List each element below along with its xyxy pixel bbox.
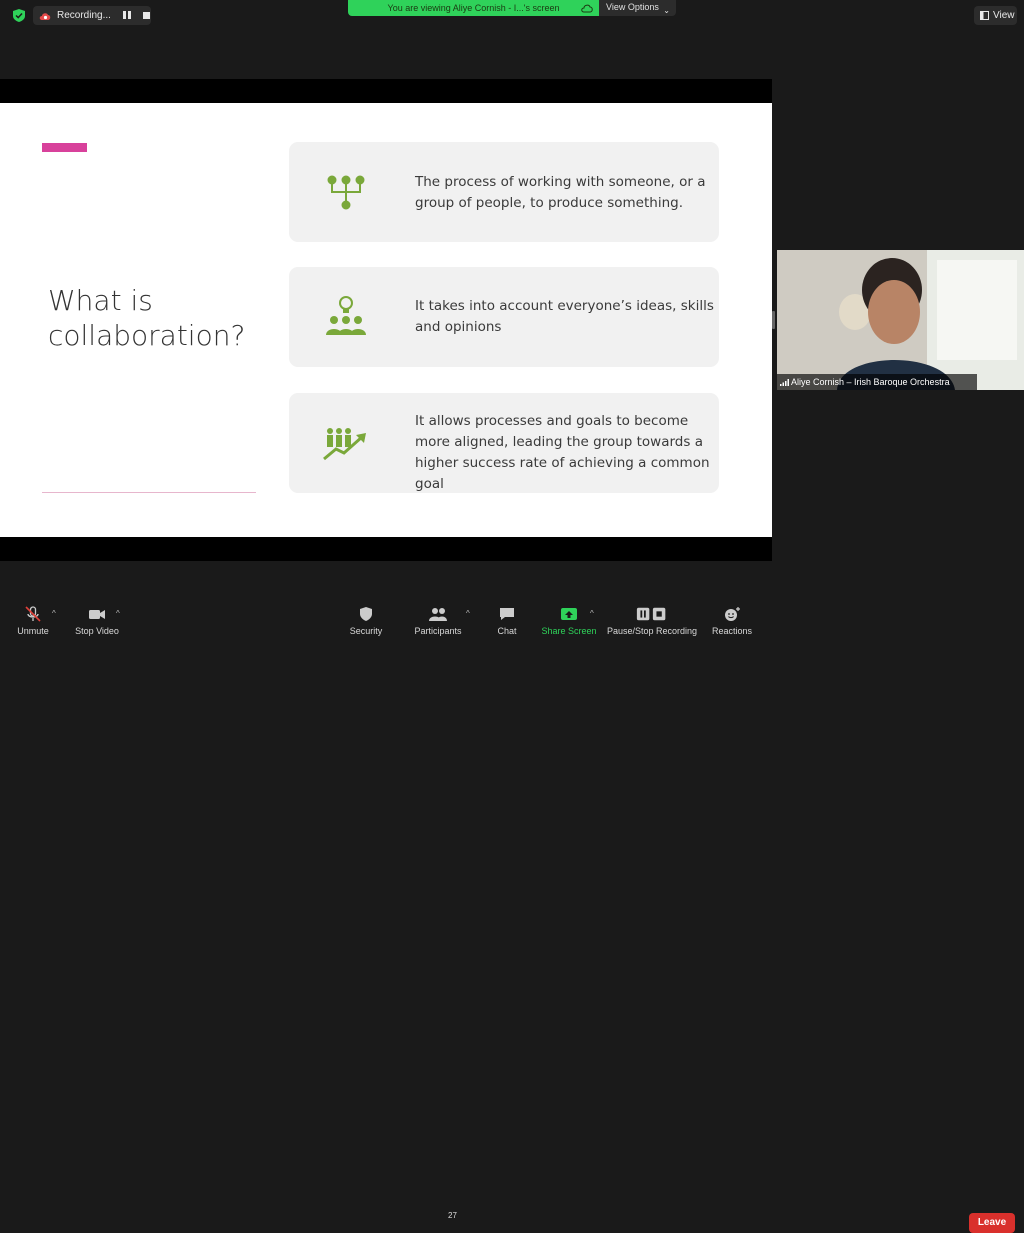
panel-resize-handle[interactable] xyxy=(772,311,775,329)
slide-card-text: The process of working with someone, or … xyxy=(415,174,706,211)
stop-video-button[interactable]: Stop Video xyxy=(72,602,122,640)
slide-card-text: It allows processes and goals to become … xyxy=(415,413,710,492)
pause-stop-recording-button[interactable]: Pause/Stop Recording xyxy=(606,602,698,640)
participant-video xyxy=(777,250,1024,390)
recording-label: Recording... xyxy=(57,10,111,21)
team-growth-icon xyxy=(323,428,366,461)
hierarchy-icon xyxy=(327,175,365,210)
pause-stop-icon xyxy=(636,607,666,621)
participants-options-caret[interactable]: ^ xyxy=(466,609,470,618)
security-button[interactable]: Security xyxy=(346,602,386,640)
view-options-label: View Options xyxy=(606,2,659,12)
reactions-button[interactable]: Reactions xyxy=(710,602,754,640)
signal-strength-icon xyxy=(780,379,789,386)
audio-options-caret[interactable]: ^ xyxy=(52,609,56,618)
recording-indicator[interactable]: Recording... xyxy=(33,6,151,25)
cloud-recording-icon xyxy=(39,12,51,20)
title-divider xyxy=(42,492,256,493)
slide-title: What is collaboration? xyxy=(48,284,246,352)
share-options-caret[interactable]: ^ xyxy=(590,609,594,618)
pause-stop-recording-label: Pause/Stop Recording xyxy=(606,626,698,636)
view-layout-icon xyxy=(980,11,989,20)
share-screen-button[interactable]: Share Screen xyxy=(540,602,598,640)
cloud-icon xyxy=(581,4,593,13)
viewing-banner-text: You are viewing Aliye Cornish - I...'s s… xyxy=(387,3,560,13)
shield-check-icon[interactable] xyxy=(13,9,25,22)
muted-microphone-icon xyxy=(25,606,41,622)
chat-button[interactable]: Chat xyxy=(492,602,522,640)
leave-button[interactable]: Leave xyxy=(969,1213,1015,1233)
share-screen-label: Share Screen xyxy=(541,626,597,636)
meeting-toolbar: Unmute ^ Stop Video ^ Security Participa… xyxy=(0,602,1024,1233)
slide-card: It allows processes and goals to become … xyxy=(289,393,719,493)
slide-card-text: It takes into account everyone’s ideas, … xyxy=(415,298,714,335)
slide-card: The process of working with someone, or … xyxy=(289,142,719,242)
stop-recording-icon[interactable] xyxy=(142,12,150,19)
team-idea-icon xyxy=(326,296,366,335)
pause-recording-icon[interactable] xyxy=(122,10,133,21)
participant-name-label: Aliye Cornish – Irish Baroque Orchestra xyxy=(777,374,977,390)
presentation-slide: What is collaboration? The process of wo… xyxy=(0,103,772,537)
security-label: Security xyxy=(349,626,383,636)
unmute-label: Unmute xyxy=(17,626,49,636)
view-options-button[interactable]: View Options ⌄ xyxy=(599,0,676,16)
participants-count-badge: 27 xyxy=(448,1211,457,1220)
participants-label: Participants xyxy=(414,626,462,636)
participant-name: Aliye Cornish – Irish Baroque Orchestra xyxy=(791,377,950,387)
chat-bubble-icon xyxy=(500,608,514,620)
share-screen-icon xyxy=(561,608,577,620)
unmute-button[interactable]: Unmute xyxy=(14,602,52,640)
view-button[interactable]: View xyxy=(974,6,1017,25)
security-shield-icon xyxy=(360,607,372,621)
participant-video-tile[interactable]: Aliye Cornish – Irish Baroque Orchestra xyxy=(777,250,1024,390)
top-bar: Recording... You are viewing Aliye Corni… xyxy=(0,0,1024,30)
view-label: View xyxy=(993,10,1015,21)
video-options-caret[interactable]: ^ xyxy=(116,609,120,618)
video-camera-icon xyxy=(89,610,105,619)
participants-icon xyxy=(429,608,447,621)
stop-video-label: Stop Video xyxy=(75,626,119,636)
viewing-banner: You are viewing Aliye Cornish - I...'s s… xyxy=(348,0,599,16)
smiley-plus-icon xyxy=(725,607,740,621)
chat-label: Chat xyxy=(497,626,517,636)
accent-bar xyxy=(42,143,87,152)
participants-button[interactable]: Participants xyxy=(410,602,466,640)
chevron-down-icon: ⌄ xyxy=(663,6,670,15)
slide-card: It takes into account everyone’s ideas, … xyxy=(289,267,719,367)
reactions-label: Reactions xyxy=(711,626,753,636)
